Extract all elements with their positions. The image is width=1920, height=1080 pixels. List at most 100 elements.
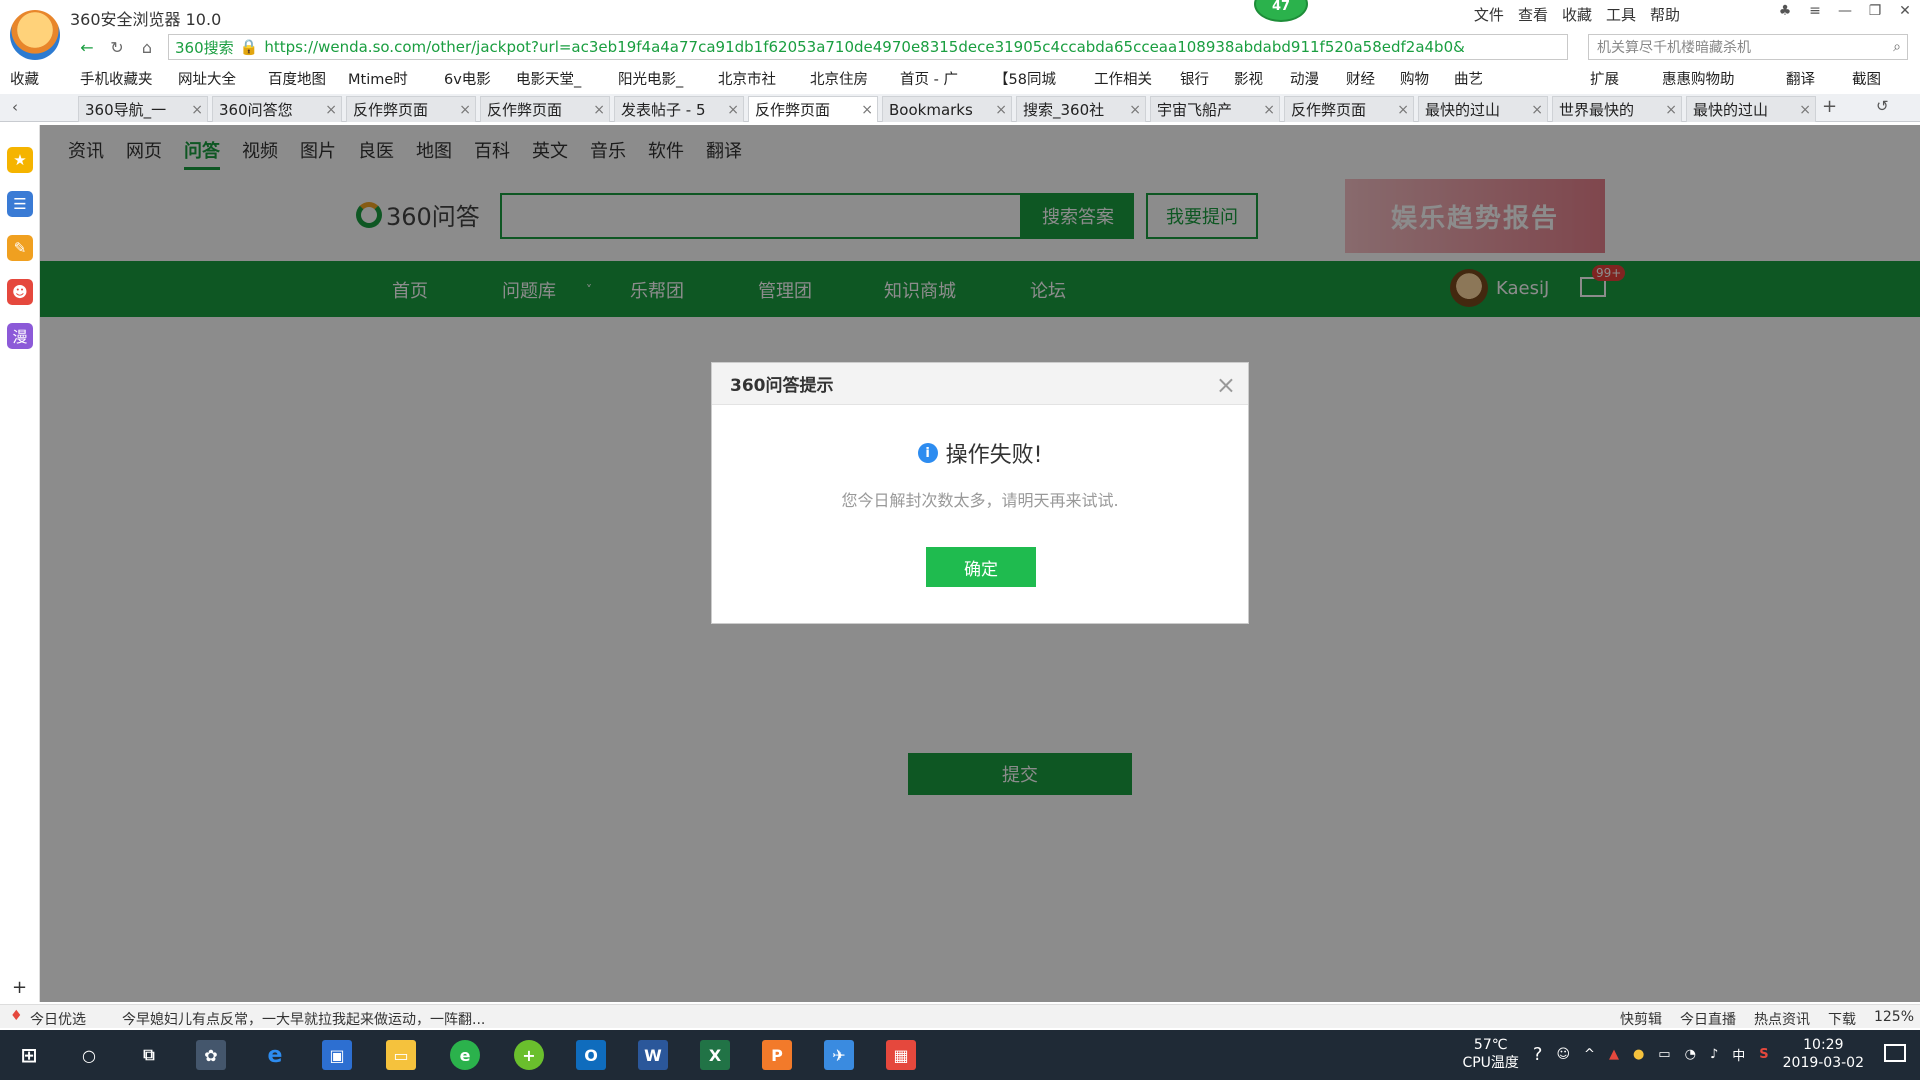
tab-active[interactable]: 反作弊页面 ×: [748, 96, 878, 122]
news-ticker[interactable]: 今早媳妇儿有点反常，一大早就拉我起来做运动，一阵翻...: [122, 1009, 485, 1029]
news-icon[interactable]: ☰: [7, 191, 33, 217]
extensions-button[interactable]: 扩展: [1590, 68, 1619, 89]
close-icon[interactable]: ×: [1216, 371, 1236, 399]
menu-favorites[interactable]: 收藏: [1562, 4, 1592, 25]
tab-close-icon[interactable]: ×: [1397, 102, 1409, 118]
screenshot-button[interactable]: 截图: [1852, 68, 1881, 89]
notification-icon[interactable]: [1884, 1044, 1906, 1062]
tab-close-icon[interactable]: ×: [995, 102, 1007, 118]
hot-news-button[interactable]: 热点资讯: [1754, 1009, 1810, 1029]
menu-tools[interactable]: 工具: [1606, 4, 1636, 25]
tab[interactable]: 360问答您 ×: [212, 96, 342, 122]
bookmark-item[interactable]: 阳光电影_: [618, 68, 683, 89]
bookmark-folder[interactable]: 财经: [1346, 68, 1375, 89]
bookmark-item[interactable]: 网址大全: [178, 68, 236, 89]
tab-close-icon[interactable]: ×: [1665, 102, 1677, 118]
file-explorer-icon[interactable]: ▭: [386, 1040, 416, 1070]
tray-360-icon[interactable]: ●: [1633, 1047, 1644, 1062]
clock[interactable]: 10:29 2019-03-02: [1783, 1036, 1864, 1072]
task-view-icon[interactable]: ⧉: [134, 1040, 164, 1070]
notify-bubble[interactable]: 47: [1254, 0, 1308, 22]
skin-icon[interactable]: ♣: [1770, 0, 1800, 22]
today-picks[interactable]: 今日优选: [30, 1009, 86, 1029]
close-button[interactable]: ✕: [1890, 0, 1920, 22]
help-icon[interactable]: ?: [1533, 1044, 1543, 1065]
bookmark-item[interactable]: Mtime时: [348, 68, 408, 89]
app-icon[interactable]: ▦: [886, 1040, 916, 1070]
tab[interactable]: 反作弊页面 ×: [480, 96, 610, 122]
word-icon[interactable]: W: [638, 1040, 668, 1070]
url-field[interactable]: 360搜索 🔒 https://wenda.so.com/other/jackp…: [168, 34, 1568, 60]
minimize-button[interactable]: —: [1830, 0, 1860, 22]
bookmark-folder[interactable]: 影视: [1234, 68, 1263, 89]
start-button[interactable]: ⊞: [14, 1040, 44, 1070]
new-tab-icon[interactable]: +: [1822, 96, 1837, 117]
browser-360-icon[interactable]: e: [450, 1040, 480, 1070]
confirm-button[interactable]: 确定: [926, 547, 1036, 587]
menu-view[interactable]: 查看: [1518, 4, 1548, 25]
bookmark-folder[interactable]: 曲艺: [1454, 68, 1483, 89]
add-sidebar-icon[interactable]: +: [12, 977, 27, 998]
shopping-assistant[interactable]: 惠惠购物助: [1662, 68, 1735, 89]
home-icon[interactable]: ⌂: [132, 34, 162, 60]
notes-icon[interactable]: ✎: [7, 235, 33, 261]
battery-icon[interactable]: ▭: [1658, 1047, 1670, 1062]
cpu-temp[interactable]: 57℃ CPU温度: [1462, 1036, 1518, 1072]
restore-tab-icon[interactable]: ↺: [1876, 97, 1889, 115]
bookmark-folder[interactable]: 购物: [1400, 68, 1429, 89]
wifi-icon[interactable]: ◔: [1685, 1047, 1696, 1062]
bookmark-item[interactable]: 首页 - 广: [900, 68, 958, 89]
tab-close-icon[interactable]: ×: [1531, 102, 1543, 118]
bookmark-item[interactable]: 6v电影: [444, 68, 491, 89]
tab[interactable]: 世界最快的 ×: [1552, 96, 1682, 122]
bookmark-item[interactable]: 【58同城: [994, 68, 1056, 89]
tab-close-icon[interactable]: ×: [1799, 102, 1811, 118]
menu-file[interactable]: 文件: [1474, 4, 1504, 25]
tab-scroll-left-icon[interactable]: ‹: [12, 98, 18, 116]
messenger-icon[interactable]: ✈: [824, 1040, 854, 1070]
tab-close-icon[interactable]: ×: [1263, 102, 1275, 118]
tab[interactable]: 最快的过山 ×: [1686, 96, 1816, 122]
bookmark-folder[interactable]: 工作相关: [1094, 68, 1152, 89]
tab[interactable]: 搜索_360社 ×: [1016, 96, 1146, 122]
back-icon[interactable]: ←: [72, 34, 102, 60]
tab[interactable]: 最快的过山 ×: [1418, 96, 1548, 122]
tab-close-icon[interactable]: ×: [861, 102, 873, 118]
tab-close-icon[interactable]: ×: [325, 102, 337, 118]
comic-icon[interactable]: 漫: [7, 323, 33, 349]
bookmark-folder[interactable]: 银行: [1180, 68, 1209, 89]
menu-icon[interactable]: ≡: [1800, 0, 1830, 22]
bookmark-folder[interactable]: 动漫: [1290, 68, 1319, 89]
search-input[interactable]: 机关算尽千机楼暗藏杀机 ⌕: [1588, 34, 1908, 60]
store-icon[interactable]: ▣: [322, 1040, 352, 1070]
live-button[interactable]: 今日直播: [1680, 1009, 1736, 1029]
translate-button[interactable]: 翻译: [1786, 68, 1815, 89]
people-icon[interactable]: ☺: [1556, 1047, 1570, 1062]
bookmark-item[interactable]: 北京市社: [718, 68, 776, 89]
download-button[interactable]: 下载: [1828, 1009, 1856, 1029]
tab[interactable]: 发表帖子 - 5 ×: [614, 96, 744, 122]
pdf-icon[interactable]: P: [762, 1040, 792, 1070]
app-icon[interactable]: ✿: [196, 1040, 226, 1070]
tab[interactable]: 反作弊页面 ×: [346, 96, 476, 122]
edge-icon[interactable]: e: [260, 1040, 290, 1070]
tab-close-icon[interactable]: ×: [1129, 102, 1141, 118]
menu-help[interactable]: 帮助: [1650, 4, 1680, 25]
tab[interactable]: 反作弊页面 ×: [1284, 96, 1414, 122]
tab[interactable]: 360导航_一 ×: [78, 96, 208, 122]
tab-close-icon[interactable]: ×: [191, 102, 203, 118]
favorites-icon[interactable]: ★: [7, 147, 33, 173]
tab[interactable]: 宇宙飞船产 ×: [1150, 96, 1280, 122]
excel-icon[interactable]: X: [700, 1040, 730, 1070]
tab-close-icon[interactable]: ×: [727, 102, 739, 118]
tray-app-icon[interactable]: ▲: [1609, 1047, 1619, 1062]
bookmark-item[interactable]: 北京住房: [810, 68, 868, 89]
bookmark-item[interactable]: 百度地图: [268, 68, 326, 89]
bookmark-item[interactable]: 电影天堂_: [516, 68, 581, 89]
refresh-icon[interactable]: ↻: [102, 34, 132, 60]
quick-edit-button[interactable]: 快剪辑: [1620, 1009, 1662, 1029]
chevron-up-icon[interactable]: ^: [1584, 1047, 1595, 1062]
outlook-icon[interactable]: O: [576, 1040, 606, 1070]
security-360-icon[interactable]: +: [514, 1040, 544, 1070]
game-icon[interactable]: ☻: [7, 279, 33, 305]
